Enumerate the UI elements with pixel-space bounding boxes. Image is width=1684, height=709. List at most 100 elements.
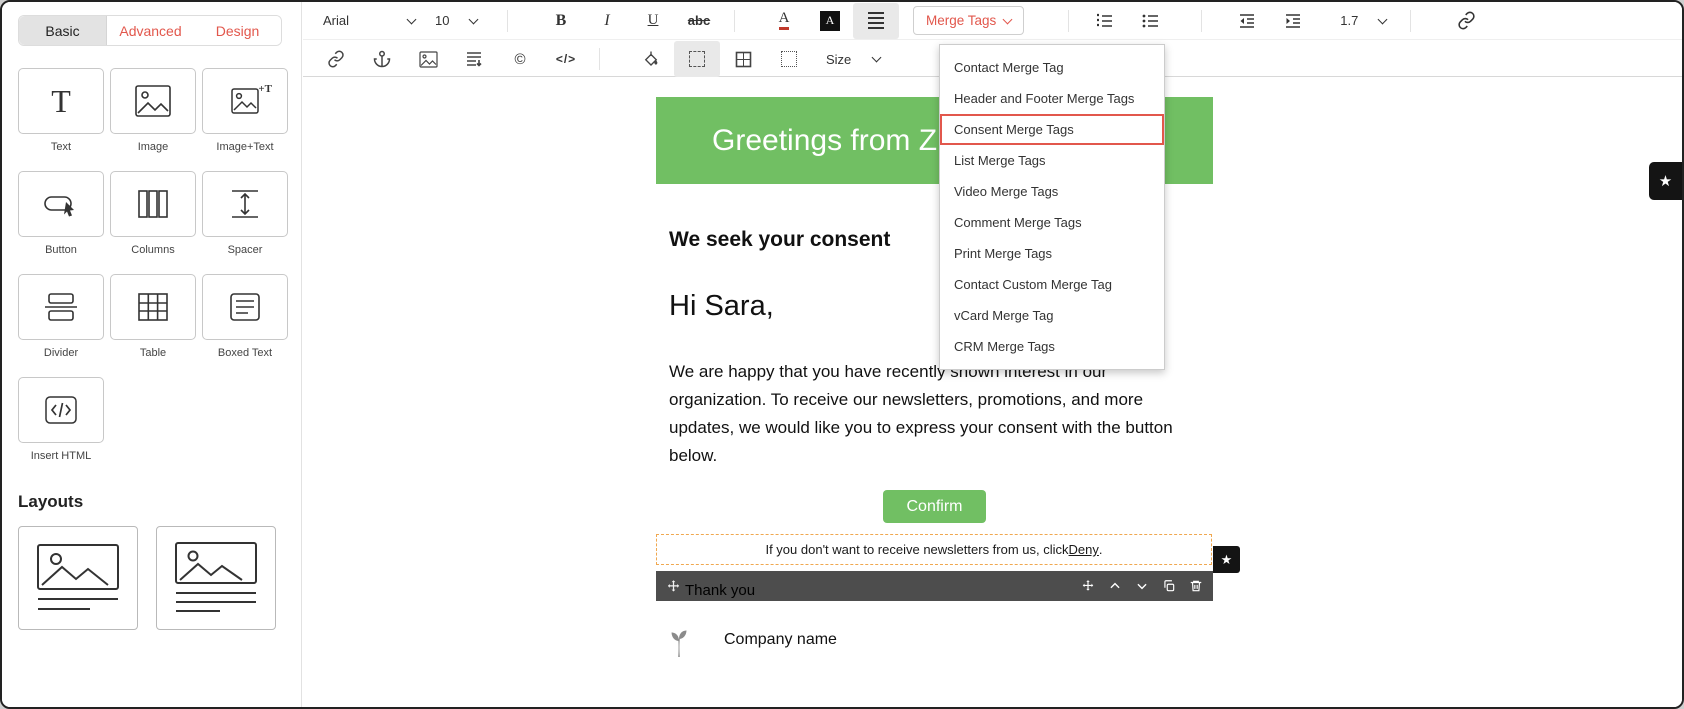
dotted-border-button[interactable] — [766, 41, 812, 77]
copyright-button[interactable]: © — [497, 41, 543, 77]
dashed-border-button[interactable] — [674, 41, 720, 77]
star-icon: ★ — [1658, 173, 1673, 190]
chevron-down-icon — [871, 52, 882, 63]
menu-item-vcard-merge-tag[interactable]: vCard Merge Tag — [940, 300, 1164, 331]
menu-item-header-footer-merge-tags[interactable]: Header and Footer Merge Tags — [940, 83, 1164, 114]
deny-link[interactable]: Deny — [1069, 542, 1099, 557]
layout-thumbnails — [18, 526, 285, 630]
separator — [599, 48, 600, 70]
email-footer-block[interactable]: Company name — [656, 625, 1213, 661]
highlight-color-button[interactable]: A — [807, 3, 853, 39]
menu-item-print-merge-tags[interactable]: Print Merge Tags — [940, 238, 1164, 269]
menu-item-video-merge-tags[interactable]: Video Merge Tags — [940, 176, 1164, 207]
deny-consent-block[interactable]: If you don't want to receive newsletters… — [656, 534, 1212, 565]
email-heading-block[interactable]: We seek your consent — [669, 228, 890, 252]
menu-item-list-merge-tags[interactable]: List Merge Tags — [940, 145, 1164, 176]
favorites-side-tab[interactable]: ★ — [1649, 162, 1682, 200]
copy-icon — [1164, 580, 1175, 592]
chevron-down-icon — [1002, 14, 1013, 24]
sidebar-tabs: Basic Advanced Design — [18, 15, 282, 46]
dashed-border-icon — [689, 51, 705, 67]
duplicate-block-button[interactable] — [1162, 579, 1176, 593]
menu-item-contact-merge-tag[interactable]: Contact Merge Tag — [940, 52, 1164, 83]
component-image-text[interactable]: +T Image+Text — [202, 68, 288, 153]
indent-increase-button[interactable] — [1270, 3, 1316, 39]
table-icon — [138, 293, 168, 321]
italic-button[interactable]: I — [584, 3, 630, 39]
anchor-icon — [373, 50, 391, 68]
layouts-heading: Layouts — [18, 492, 84, 511]
link-button[interactable] — [313, 41, 359, 77]
fill-color-button[interactable] — [628, 41, 674, 77]
separator — [1201, 9, 1203, 32]
insert-rows-button[interactable] — [451, 41, 497, 77]
component-boxed-text[interactable]: Boxed Text — [202, 274, 288, 359]
chevron-down-icon — [468, 14, 479, 24]
image-text-icon — [231, 88, 259, 114]
code-view-button[interactable]: </> — [543, 41, 589, 77]
email-body-block[interactable]: We are happy that you have recently show… — [669, 358, 1203, 470]
font-family-select[interactable]: Arial — [313, 6, 425, 36]
company-logo-icon — [670, 627, 688, 659]
separator — [1410, 9, 1412, 32]
menu-item-crm-merge-tags[interactable]: CRM Merge Tags — [940, 331, 1164, 362]
table-border-button[interactable] — [720, 41, 766, 77]
highlight-color-icon: A — [820, 10, 840, 31]
menu-item-contact-custom-merge-tag[interactable]: Contact Custom Merge Tag — [940, 269, 1164, 300]
bold-button[interactable]: B — [538, 3, 584, 39]
move-icon — [1082, 580, 1094, 591]
move-icon — [667, 579, 680, 591]
company-name-text: Company name — [724, 631, 837, 648]
underline-button[interactable]: U — [630, 3, 676, 39]
component-insert-html[interactable]: Insert HTML — [18, 377, 104, 462]
size-select[interactable]: Size — [816, 44, 890, 74]
font-size-select[interactable]: 10 — [425, 6, 487, 36]
chevron-down-icon — [406, 14, 417, 24]
menu-item-consent-merge-tags[interactable]: Consent Merge Tags — [940, 114, 1164, 145]
move-block-button[interactable] — [1081, 579, 1095, 593]
star-icon: ★ — [1220, 551, 1233, 567]
component-columns[interactable]: Columns — [110, 171, 196, 256]
component-text[interactable]: T Text — [18, 68, 104, 153]
component-image[interactable]: Image — [110, 68, 196, 153]
merge-tags-button[interactable]: Merge Tags — [913, 6, 1025, 35]
chevron-down-icon — [1377, 14, 1388, 24]
insert-html-icon — [45, 396, 77, 424]
tab-advanced[interactable]: Advanced — [107, 16, 194, 45]
indent-decrease-button[interactable] — [1224, 3, 1270, 39]
menu-item-comment-merge-tags[interactable]: Comment Merge Tags — [940, 207, 1164, 238]
component-table[interactable]: Table — [110, 274, 196, 359]
bullet-list-button[interactable] — [1127, 3, 1173, 39]
email-salutation-block[interactable]: Hi Sara, — [669, 290, 774, 323]
columns-icon — [138, 190, 168, 218]
table-border-icon — [735, 51, 751, 67]
insert-image-button[interactable] — [405, 41, 451, 77]
tab-basic[interactable]: Basic — [19, 16, 107, 45]
align-justify-button[interactable] — [853, 2, 899, 39]
block-favorite-star-tab[interactable]: ★ — [1213, 546, 1240, 573]
align-justify-icon — [868, 12, 884, 29]
tab-design[interactable]: Design — [194, 16, 281, 45]
component-divider[interactable]: Divider — [18, 274, 104, 359]
layout-thumbnail-2[interactable] — [156, 526, 276, 630]
anchor-button[interactable] — [359, 41, 405, 77]
line-height-select[interactable]: 1.7 — [1330, 6, 1396, 36]
font-color-button[interactable]: A — [761, 3, 807, 39]
email-editor-window: Basic Advanced Design T Text Image +T Im… — [0, 0, 1684, 709]
layout-thumbnail-1[interactable] — [18, 526, 138, 630]
component-button[interactable]: Button — [18, 171, 104, 256]
insert-link-button[interactable] — [1443, 3, 1489, 39]
separator — [1068, 9, 1070, 32]
bullet-list-icon — [1142, 14, 1159, 27]
ordered-list-button[interactable] — [1081, 3, 1127, 39]
move-down-button[interactable] — [1135, 579, 1149, 593]
delete-block-button[interactable] — [1189, 579, 1203, 593]
image-icon — [135, 85, 171, 117]
selected-block-toolbar: Thank you — [656, 571, 1213, 601]
strikethrough-button[interactable]: abc — [676, 3, 722, 39]
drag-handle[interactable] — [666, 579, 681, 594]
component-spacer[interactable]: Spacer — [202, 171, 288, 256]
indent-decrease-icon — [1240, 13, 1255, 28]
confirm-button[interactable]: Confirm — [883, 490, 986, 523]
move-up-button[interactable] — [1108, 579, 1122, 593]
